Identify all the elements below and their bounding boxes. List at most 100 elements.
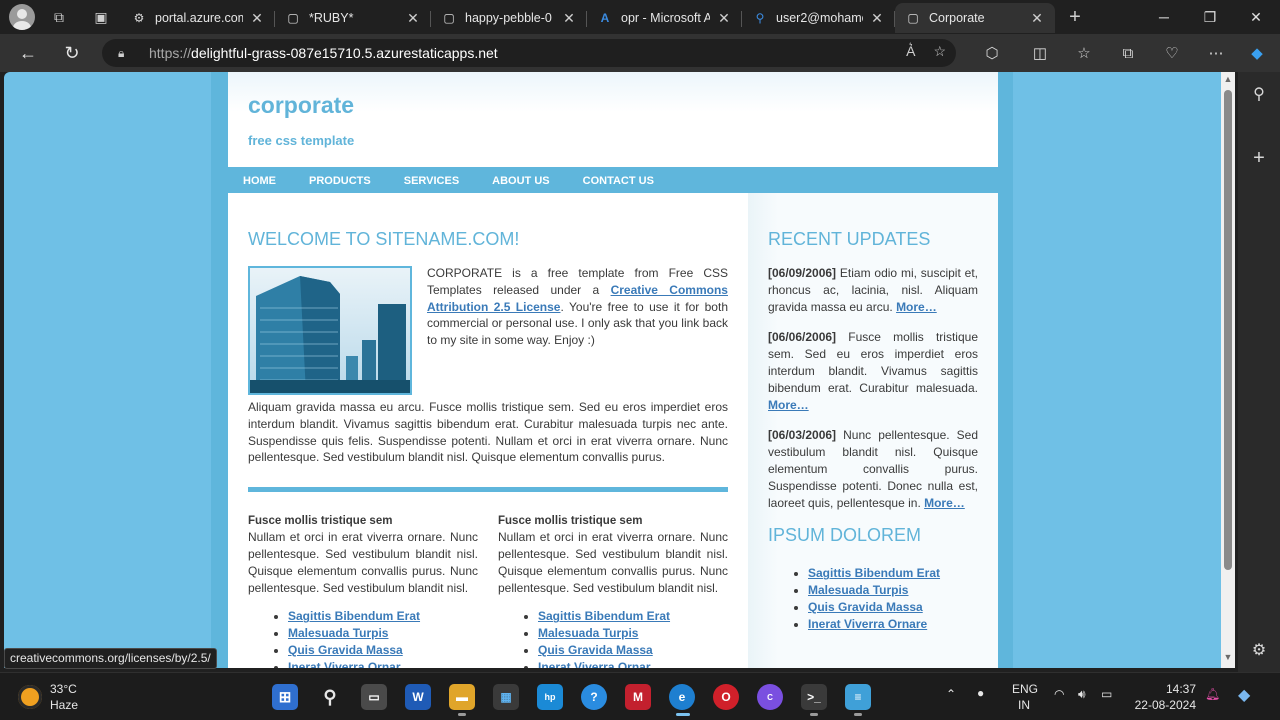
favorites-icon[interactable]: ☆ bbox=[1072, 41, 1096, 65]
minimize-icon[interactable]: ─ bbox=[1141, 0, 1187, 34]
workspaces-icon[interactable]: ⧉ bbox=[49, 7, 69, 27]
battery-icon[interactable]: ▭ bbox=[1101, 687, 1112, 701]
myhp-icon[interactable]: hp bbox=[537, 684, 563, 710]
link-item[interactable]: Inerat Viverra Ornar bbox=[288, 660, 401, 668]
tab-user2[interactable]: ⚲ user2@mohamed ✕ bbox=[742, 3, 895, 33]
copilot-icon[interactable]: ◆ bbox=[1245, 41, 1269, 65]
collections-icon[interactable]: ⧉ bbox=[1116, 41, 1140, 65]
close-icon[interactable]: ✕ bbox=[869, 10, 885, 26]
main-menu: HOME PRODUCTS SERVICES ABOUT US CONTACT … bbox=[228, 168, 998, 193]
link-item[interactable]: Inerat Viverra Ornar bbox=[538, 660, 651, 668]
recording-icon[interactable]: ● bbox=[977, 686, 984, 700]
menu-products[interactable]: PRODUCTS bbox=[309, 175, 371, 187]
link-item[interactable]: Quis Gravida Massa bbox=[288, 643, 403, 657]
start-icon[interactable]: ⊞ bbox=[272, 684, 298, 710]
close-icon[interactable]: ✕ bbox=[561, 10, 577, 26]
link-item[interactable]: Sagittis Bibendum Erat bbox=[288, 609, 420, 623]
refresh-icon[interactable]: ↻ bbox=[54, 38, 90, 68]
back-icon[interactable]: ← bbox=[10, 38, 46, 68]
menu-about-us[interactable]: ABOUT US bbox=[492, 175, 549, 187]
menu-contact-us[interactable]: CONTACT US bbox=[583, 175, 654, 187]
favorite-star-icon[interactable]: ☆ bbox=[933, 43, 946, 60]
close-icon[interactable]: ✕ bbox=[716, 10, 732, 26]
clock[interactable]: 14:37 22-08-2024 bbox=[1134, 681, 1196, 713]
tab-title: user2@mohamed bbox=[776, 11, 863, 25]
word-icon[interactable]: W bbox=[405, 684, 431, 710]
read-aloud-icon[interactable]: A͛ bbox=[906, 43, 915, 60]
file-explorer-icon[interactable]: ▬ bbox=[449, 684, 475, 710]
add-icon[interactable]: + bbox=[1249, 147, 1269, 169]
task-view-icon[interactable]: ▭ bbox=[361, 684, 387, 710]
more-link[interactable]: More… bbox=[924, 496, 965, 510]
more-link[interactable]: More… bbox=[896, 300, 937, 314]
opera-icon[interactable]: O bbox=[713, 684, 739, 710]
tab-title: *RUBY* bbox=[309, 11, 354, 25]
weather-widget[interactable]: 33°C Haze bbox=[18, 681, 78, 713]
link-item[interactable]: Sagittis Bibendum Erat bbox=[808, 566, 940, 580]
list-item: Sagittis Bibendum Erat bbox=[538, 608, 728, 625]
edge-icon[interactable]: e bbox=[669, 684, 695, 710]
close-icon[interactable]: ✕ bbox=[249, 10, 265, 26]
close-icon[interactable]: ✕ bbox=[405, 10, 421, 26]
volume-icon[interactable]: 🔊︎ bbox=[1078, 687, 1086, 702]
column-links: Sagittis Bibendum Erat Malesuada Turpis … bbox=[248, 608, 478, 668]
scroll-down-icon[interactable]: ▼ bbox=[1223, 652, 1233, 662]
language-indicator[interactable]: ENG IN bbox=[1012, 681, 1038, 713]
close-icon[interactable]: ✕ bbox=[1029, 10, 1045, 26]
help-icon[interactable]: ? bbox=[581, 684, 607, 710]
scroll-up-icon[interactable]: ▲ bbox=[1223, 74, 1233, 84]
more-menu-icon[interactable]: ⋯ bbox=[1204, 41, 1228, 65]
tab-corporate[interactable]: ▢ Corporate ✕ bbox=[895, 3, 1055, 33]
terminal-icon[interactable]: >_ bbox=[801, 684, 827, 710]
profile-avatar[interactable] bbox=[9, 4, 35, 30]
link-item[interactable]: Quis Gravida Massa bbox=[538, 643, 653, 657]
more-link[interactable]: More… bbox=[768, 398, 809, 412]
settings-gear-icon[interactable]: ⚙ bbox=[1249, 640, 1269, 660]
intro-paragraph-2: Aliquam gravida massa eu arcu. Fusce mol… bbox=[248, 399, 728, 465]
edge-sidebar: ⚲ + ⚙ bbox=[1238, 72, 1280, 672]
mcafee-icon[interactable]: M bbox=[625, 684, 651, 710]
search-icon[interactable]: ⚲ bbox=[317, 684, 343, 710]
canva-icon[interactable]: C bbox=[757, 684, 783, 710]
lock-icon[interactable]: 🔒︎ bbox=[118, 46, 132, 61]
new-tab-icon[interactable]: + bbox=[1065, 6, 1085, 28]
restore-icon[interactable]: ❐ bbox=[1187, 0, 1233, 34]
link-item[interactable]: Sagittis Bibendum Erat bbox=[538, 609, 670, 623]
tab-ruby[interactable]: ▢ *RUBY* ✕ bbox=[275, 3, 431, 33]
link-item[interactable]: Malesuada Turpis bbox=[538, 626, 638, 640]
link-item[interactable]: Malesuada Turpis bbox=[288, 626, 388, 640]
tray-chevron-icon[interactable]: ⌃ bbox=[946, 687, 956, 701]
tab-actions-icon[interactable]: ▣ bbox=[91, 7, 111, 27]
scrollbar-thumb[interactable] bbox=[1224, 90, 1232, 570]
column-links: Sagittis Bibendum Erat Malesuada Turpis … bbox=[498, 608, 728, 668]
menu-services[interactable]: SERVICES bbox=[404, 175, 459, 187]
search-icon[interactable]: ⚲ bbox=[1249, 84, 1269, 104]
tab-opr[interactable]: A opr - Microsoft A ✕ bbox=[587, 3, 742, 33]
menu-home[interactable]: HOME bbox=[243, 175, 276, 187]
store-icon[interactable]: ▦ bbox=[493, 684, 519, 710]
window-close-icon[interactable]: ✕ bbox=[1233, 0, 1279, 34]
list-item: Quis Gravida Massa bbox=[288, 642, 478, 659]
divider bbox=[248, 487, 728, 493]
url-text[interactable]: https://delightful-grass-087e15710.5.azu… bbox=[149, 45, 498, 61]
site-header: corporate free css template bbox=[228, 72, 998, 168]
site-title[interactable]: corporate bbox=[248, 92, 998, 119]
notification-bell-icon[interactable]: 🔔︎ bbox=[1205, 687, 1220, 701]
split-screen-icon[interactable]: ◫ bbox=[1028, 41, 1052, 65]
tab-portal[interactable]: ⚙ portal.azure.com ✕ bbox=[121, 3, 275, 33]
wifi-icon[interactable]: ◠ bbox=[1054, 687, 1064, 701]
document-icon: ▢ bbox=[907, 11, 919, 25]
link-item[interactable]: Malesuada Turpis bbox=[808, 583, 908, 597]
link-item[interactable]: Inerat Viverra Ornare bbox=[808, 617, 927, 631]
notepad-icon[interactable]: ≡ bbox=[845, 684, 871, 710]
performance-icon[interactable]: ♡ bbox=[1160, 41, 1184, 65]
tab-happy-pebble[interactable]: ▢ happy-pebble-0 ✕ bbox=[431, 3, 587, 33]
address-bar[interactable]: 🔒︎ https://delightful-grass-087e15710.5.… bbox=[102, 39, 956, 67]
extensions-icon[interactable]: ⬡ bbox=[980, 41, 1004, 65]
link-item[interactable]: Quis Gravida Massa bbox=[808, 600, 923, 614]
page-scrollbar[interactable]: ▲ ▼ bbox=[1221, 72, 1235, 668]
column-left: Fusce mollis tristique sem Nullam et orc… bbox=[248, 515, 478, 668]
list-item: Malesuada Turpis bbox=[288, 625, 478, 642]
intro-section: CORPORATE is a free template from Free C… bbox=[248, 265, 728, 466]
copilot-taskbar-icon[interactable]: ◆ bbox=[1238, 685, 1250, 705]
